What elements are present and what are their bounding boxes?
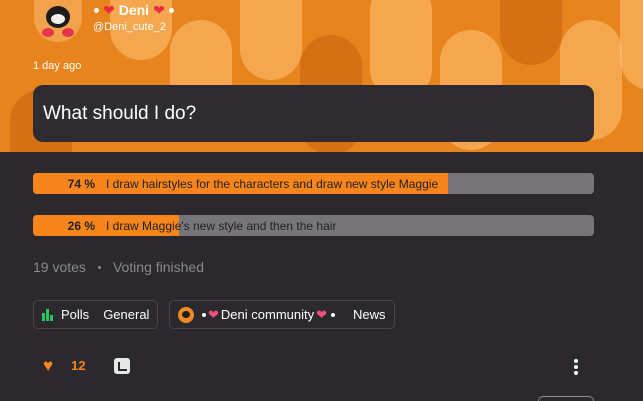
author-handle[interactable]: @Deni_cute_2 xyxy=(93,21,166,33)
avatar-bow xyxy=(42,28,54,37)
poll-status: Voting finished xyxy=(112,259,205,275)
poll-meta: 19 votes Voting finished xyxy=(33,259,204,275)
community-avatar-icon xyxy=(178,306,194,323)
poll-option-percent: 74 % xyxy=(67,176,95,191)
tag-polls-general[interactable]: Polls General xyxy=(33,300,159,329)
poll-option[interactable]: 74 % I draw hairstyles for the character… xyxy=(33,173,594,194)
tag-label: Polls xyxy=(61,307,90,322)
poll-question-card: What should I do? xyxy=(33,85,594,142)
author-name-text: Deni xyxy=(118,2,150,18)
banner-pattern-shape xyxy=(500,0,562,65)
heart-emoji-icon: ❤ xyxy=(153,2,165,18)
decor-dot xyxy=(202,312,206,317)
heart-emoji-icon: ❤ xyxy=(208,306,219,322)
banner-pattern-shape xyxy=(240,0,302,80)
heart-emoji-icon: ❤ xyxy=(316,306,328,322)
poll-option-text: I draw Maggie's new style and then the h… xyxy=(106,218,337,233)
poll-question: What should I do? xyxy=(43,102,197,124)
avatar-bow xyxy=(62,28,74,37)
poll-option-text: I draw hairstyles for the characters and… xyxy=(106,176,439,191)
reply-icon[interactable] xyxy=(114,358,130,374)
poll-option[interactable]: 26 % I draw Maggie's new style and then … xyxy=(33,215,594,236)
tag-category: News xyxy=(353,307,386,322)
decor-dot xyxy=(168,7,174,13)
bar-chart-icon xyxy=(42,308,53,321)
partial-button[interactable] xyxy=(538,396,594,401)
tag-community-news[interactable]: ❤ Deni community ❤ News xyxy=(169,300,395,329)
tag-category: General xyxy=(103,307,150,322)
poll-option-percent: 26 % xyxy=(67,218,95,233)
banner-pattern-shape xyxy=(620,0,643,90)
like-button[interactable]: ♥ 12 xyxy=(43,357,86,374)
heart-emoji-icon: ❤ xyxy=(103,2,115,18)
separator-dot xyxy=(97,265,101,269)
more-vertical-icon[interactable] xyxy=(572,359,580,375)
tag-label: Deni community xyxy=(220,307,315,322)
decor-dot xyxy=(94,7,99,13)
author-name[interactable]: ❤ Deni ❤ xyxy=(94,2,174,18)
post-timestamp: 1 day ago xyxy=(33,60,82,72)
decor-dot xyxy=(331,312,336,317)
heart-icon: ♥ xyxy=(43,356,54,375)
like-count: 12 xyxy=(71,358,86,373)
vote-count: 19 votes xyxy=(33,259,86,275)
avatar-face xyxy=(46,6,70,28)
